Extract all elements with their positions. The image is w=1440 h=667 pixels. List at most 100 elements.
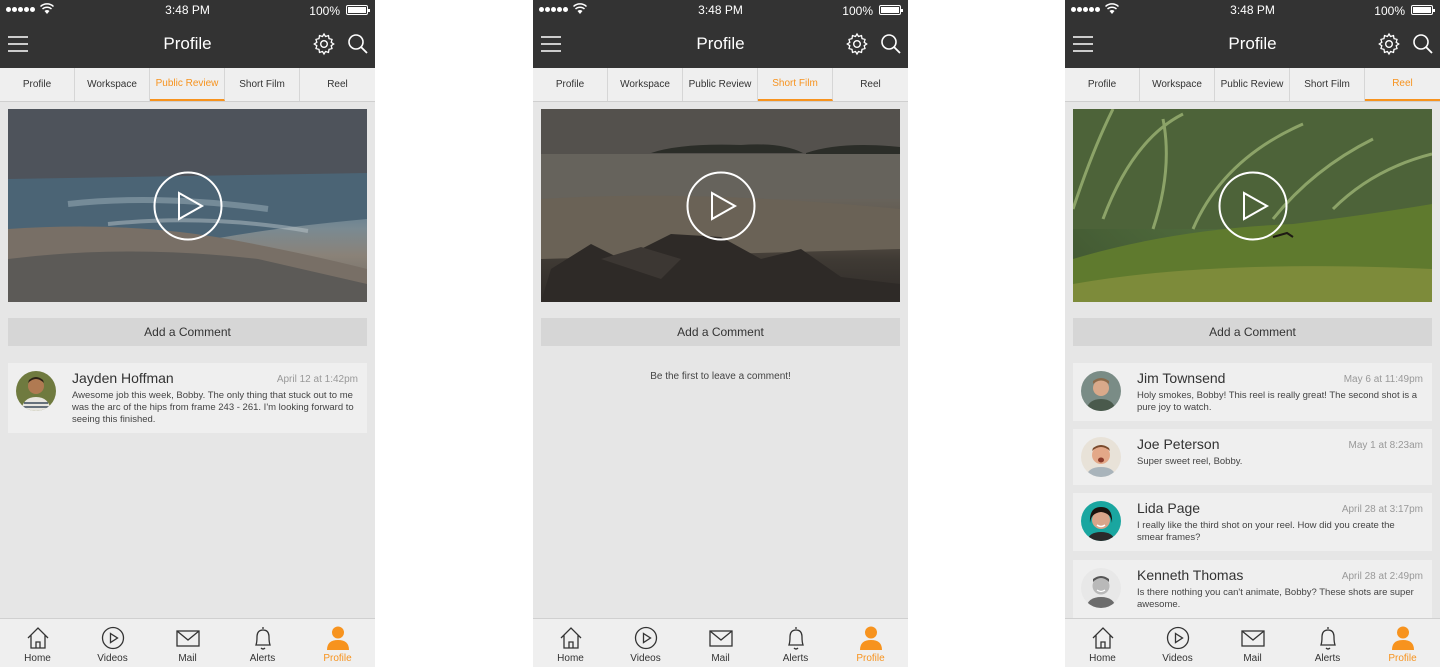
comment-author[interactable]: Lida Page	[1137, 500, 1200, 516]
bottom-tab-alerts[interactable]: Alerts	[1290, 619, 1365, 667]
avatar	[1081, 371, 1121, 411]
comment-date: April 28 at 3:17pm	[1341, 504, 1423, 515]
battery-percent: 100%	[842, 4, 873, 18]
profile-tabs: Profile Workspace Public Review Short Fi…	[0, 68, 375, 102]
battery-icon	[1411, 5, 1435, 15]
battery-percent: 100%	[309, 4, 340, 18]
bottom-tab-home[interactable]: Home	[0, 619, 75, 667]
empty-comments-message: Be the first to leave a comment!	[650, 371, 791, 382]
profile-tabs: Profile Workspace Public Review Short Fi…	[533, 68, 908, 102]
bottom-tab-alerts[interactable]: Alerts	[225, 619, 300, 667]
nav-bar: Profile	[1065, 20, 1440, 68]
tab-workspace[interactable]: Workspace	[75, 68, 150, 101]
bottom-tab-videos[interactable]: Videos	[1140, 619, 1215, 667]
bottom-tab-label: Videos	[630, 653, 661, 664]
mail-icon	[1241, 630, 1265, 647]
add-comment-button[interactable]: Add a Comment	[1073, 318, 1432, 346]
comment-date: April 28 at 2:49pm	[1341, 571, 1423, 582]
gear-icon[interactable]	[312, 32, 336, 56]
play-icon[interactable]	[1218, 171, 1288, 241]
video-player[interactable]	[1073, 109, 1432, 302]
avatar	[1081, 501, 1121, 541]
comment-author[interactable]: Jim Townsend	[1137, 370, 1225, 386]
comment-card: Jayden Hoffman April 12 at 1:42pm Awesom…	[8, 363, 367, 433]
play-circle-icon	[1166, 626, 1190, 650]
bottom-tab-profile[interactable]: Profile	[833, 619, 908, 667]
comment-card: Kenneth Thomas April 28 at 2:49pm Is the…	[1073, 560, 1432, 618]
comment-card: Lida Page April 28 at 3:17pm I really li…	[1073, 493, 1432, 551]
bottom-tab-bar: Home Videos Mail Alerts Profile	[533, 618, 908, 667]
bottom-tab-videos[interactable]: Videos	[75, 619, 150, 667]
bottom-tab-bar: Home Videos Mail Alerts Profile	[1065, 618, 1440, 667]
video-player[interactable]	[541, 109, 900, 302]
battery-percent: 100%	[1374, 4, 1405, 18]
tab-workspace[interactable]: Workspace	[1140, 68, 1215, 101]
bottom-tab-mail[interactable]: Mail	[683, 619, 758, 667]
mail-icon	[709, 630, 733, 647]
search-icon[interactable]	[879, 32, 903, 56]
person-icon	[1392, 626, 1414, 650]
bottom-tab-videos[interactable]: Videos	[608, 619, 683, 667]
bottom-tab-label: Home	[557, 653, 584, 664]
home-icon	[560, 627, 582, 649]
tab-public-review[interactable]: Public Review	[1215, 68, 1290, 101]
bottom-tab-profile[interactable]: Profile	[300, 619, 375, 667]
phone-screen-public-review: 3:48 PM 100% Profile Profile Workspace P…	[0, 0, 375, 667]
home-icon	[1092, 627, 1114, 649]
comment-card: Joe Peterson May 1 at 8:23am Super sweet…	[1073, 429, 1432, 485]
tab-profile[interactable]: Profile	[533, 68, 608, 101]
bottom-tab-label: Profile	[856, 653, 885, 664]
comment-text: Super sweet reel, Bobby.	[1137, 456, 1243, 467]
bottom-tab-label: Home	[1089, 653, 1116, 664]
bottom-tab-mail[interactable]: Mail	[1215, 619, 1290, 667]
status-bar: 3:48 PM 100%	[0, 0, 375, 20]
gear-icon[interactable]	[1377, 32, 1401, 56]
gear-icon[interactable]	[845, 32, 869, 56]
add-comment-button[interactable]: Add a Comment	[8, 318, 367, 346]
avatar	[16, 371, 56, 411]
add-comment-button[interactable]: Add a Comment	[541, 318, 900, 346]
search-icon[interactable]	[346, 32, 370, 56]
tab-public-review[interactable]: Public Review	[150, 68, 225, 101]
play-circle-icon	[634, 626, 658, 650]
video-player[interactable]	[8, 109, 367, 302]
home-icon	[27, 627, 49, 649]
bell-icon	[255, 627, 271, 650]
play-circle-icon	[101, 626, 125, 650]
mail-icon	[176, 630, 200, 647]
comment-author[interactable]: Jayden Hoffman	[72, 370, 174, 386]
comment-author[interactable]: Kenneth Thomas	[1137, 567, 1243, 583]
bottom-tab-alerts[interactable]: Alerts	[758, 619, 833, 667]
tab-profile[interactable]: Profile	[0, 68, 75, 101]
comment-text: Awesome job this week, Bobby. The only t…	[72, 390, 354, 425]
phone-screen-reel: 3:48 PM 100% Profile Profile Workspace P…	[1065, 0, 1440, 667]
tab-short-film[interactable]: Short Film	[758, 68, 833, 101]
comment-author[interactable]: Joe Peterson	[1137, 436, 1220, 452]
avatar	[1081, 437, 1121, 477]
tab-reel[interactable]: Reel	[300, 68, 375, 101]
tab-reel[interactable]: Reel	[1365, 68, 1440, 101]
search-icon[interactable]	[1411, 32, 1435, 56]
tab-public-review[interactable]: Public Review	[683, 68, 758, 101]
tab-profile[interactable]: Profile	[1065, 68, 1140, 101]
bottom-tab-label: Home	[24, 653, 51, 664]
bottom-tab-home[interactable]: Home	[1065, 619, 1140, 667]
tab-workspace[interactable]: Workspace	[608, 68, 683, 101]
bottom-tab-label: Alerts	[1314, 653, 1341, 664]
tab-short-film[interactable]: Short Film	[1290, 68, 1365, 101]
play-icon[interactable]	[153, 171, 223, 241]
battery-icon	[346, 5, 370, 15]
bottom-tab-label: Profile	[1388, 653, 1417, 664]
bottom-tab-label: Videos	[97, 653, 128, 664]
play-icon[interactable]	[686, 171, 756, 241]
bottom-tab-profile[interactable]: Profile	[1365, 619, 1440, 667]
profile-tabs: Profile Workspace Public Review Short Fi…	[1065, 68, 1440, 102]
bell-icon	[1320, 627, 1336, 650]
bottom-tab-home[interactable]: Home	[533, 619, 608, 667]
tab-short-film[interactable]: Short Film	[225, 68, 300, 101]
comment-text: I really like the third shot on your ree…	[1137, 520, 1395, 543]
bottom-tab-label: Videos	[1162, 653, 1193, 664]
comment-date: April 12 at 1:42pm	[276, 374, 358, 385]
bottom-tab-mail[interactable]: Mail	[150, 619, 225, 667]
tab-reel[interactable]: Reel	[833, 68, 908, 101]
